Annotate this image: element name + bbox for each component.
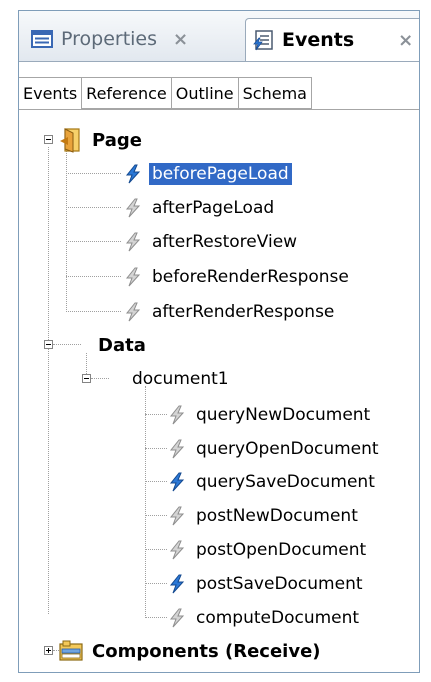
events-tree: Page beforePageLoad afterPageLoad afterR… xyxy=(19,109,419,672)
subtab-outline[interactable]: Outline xyxy=(171,77,239,109)
close-icon[interactable]: × xyxy=(173,29,188,50)
tree-connector xyxy=(145,515,167,516)
event-item[interactable]: queryOpenDocument xyxy=(167,434,382,464)
tab-events[interactable]: Events × xyxy=(245,18,419,61)
event-inactive-icon xyxy=(169,608,185,628)
event-item[interactable]: querySaveDocument xyxy=(167,467,378,497)
tree-node-components[interactable]: Components (Receive) xyxy=(59,636,324,666)
tree-node-label: Data xyxy=(98,334,146,356)
event-label: postNewDocument xyxy=(196,506,358,526)
event-inactive-icon xyxy=(169,506,185,526)
event-inactive-icon xyxy=(125,267,141,287)
event-inactive-icon xyxy=(125,232,141,252)
event-item[interactable]: afterRestoreView xyxy=(123,227,300,257)
tree-node-label: Components (Receive) xyxy=(92,640,321,662)
event-inactive-icon xyxy=(125,198,141,218)
tree-connector xyxy=(66,207,121,208)
tab-properties-label: Properties xyxy=(61,28,158,50)
events-icon xyxy=(253,30,273,51)
tree-node-page[interactable]: Page xyxy=(59,125,145,155)
components-icon xyxy=(59,640,83,661)
event-item[interactable]: postNewDocument xyxy=(167,501,361,531)
tree-connector xyxy=(145,481,167,482)
event-item[interactable]: postSaveDocument xyxy=(167,569,366,599)
event-label: afterRestoreView xyxy=(152,232,298,252)
event-inactive-icon xyxy=(169,405,185,425)
event-item[interactable]: beforeRenderResponse xyxy=(123,262,352,292)
subtab-reference[interactable]: Reference xyxy=(82,77,172,109)
tree-connector xyxy=(145,448,167,449)
tree-node-data[interactable]: Data xyxy=(95,330,149,360)
tree-node-label: document1 xyxy=(132,369,229,389)
event-inactive-icon xyxy=(169,439,185,459)
event-label: beforePageLoad xyxy=(149,163,292,185)
event-item[interactable]: queryNewDocument xyxy=(167,400,373,430)
event-label: afterPageLoad xyxy=(152,198,275,218)
event-label: queryNewDocument xyxy=(196,405,371,425)
tree-connector xyxy=(66,138,67,312)
event-label: postSaveDocument xyxy=(196,574,363,594)
event-label: computeDocument xyxy=(196,608,360,628)
event-inactive-icon xyxy=(125,302,141,322)
event-active-icon xyxy=(169,472,185,492)
events-view-panel: Properties × Events × Events Reference O… xyxy=(18,10,420,673)
event-item[interactable]: postOpenDocument xyxy=(167,535,369,565)
tree-connector xyxy=(145,414,167,415)
tree-connector xyxy=(91,378,109,379)
event-label: queryOpenDocument xyxy=(196,439,379,459)
event-label: afterRenderResponse xyxy=(152,302,335,322)
event-label: postOpenDocument xyxy=(196,540,367,560)
subtab-events[interactable]: Events xyxy=(19,77,83,109)
page-icon xyxy=(60,128,80,153)
event-inactive-icon xyxy=(169,540,185,560)
tree-connector xyxy=(66,173,121,174)
collapse-toggle[interactable] xyxy=(82,374,91,383)
tree-connector xyxy=(48,147,49,614)
event-active-icon xyxy=(125,164,141,184)
tree-node-document[interactable]: document1 xyxy=(129,364,232,394)
tree-connector xyxy=(66,276,121,277)
tree-connector xyxy=(53,344,81,345)
properties-icon xyxy=(31,30,53,48)
event-item[interactable]: afterRenderResponse xyxy=(123,297,337,327)
collapse-toggle[interactable] xyxy=(44,135,53,144)
tree-node-label: Page xyxy=(92,129,142,151)
event-item[interactable]: beforePageLoad xyxy=(123,159,292,189)
collapse-toggle[interactable] xyxy=(44,340,53,349)
tree-connector xyxy=(145,617,167,618)
tree-connector xyxy=(66,311,121,312)
event-label: beforeRenderResponse xyxy=(152,267,349,287)
tree-connector xyxy=(145,583,167,584)
tab-properties[interactable]: Properties × xyxy=(25,18,240,60)
expand-toggle[interactable] xyxy=(44,646,53,655)
sub-tab-bar: Events Reference Outline Schema xyxy=(19,77,312,109)
event-item[interactable]: afterPageLoad xyxy=(123,193,277,223)
subtab-schema[interactable]: Schema xyxy=(238,77,312,109)
event-label: querySaveDocument xyxy=(196,472,375,492)
close-icon[interactable]: × xyxy=(398,30,413,51)
tree-connector xyxy=(145,549,167,550)
view-tab-bar: Properties × Events × xyxy=(19,11,419,62)
tab-events-label: Events xyxy=(282,29,355,51)
tree-connector xyxy=(66,241,121,242)
event-active-icon xyxy=(169,574,185,594)
event-item[interactable]: computeDocument xyxy=(167,603,362,633)
